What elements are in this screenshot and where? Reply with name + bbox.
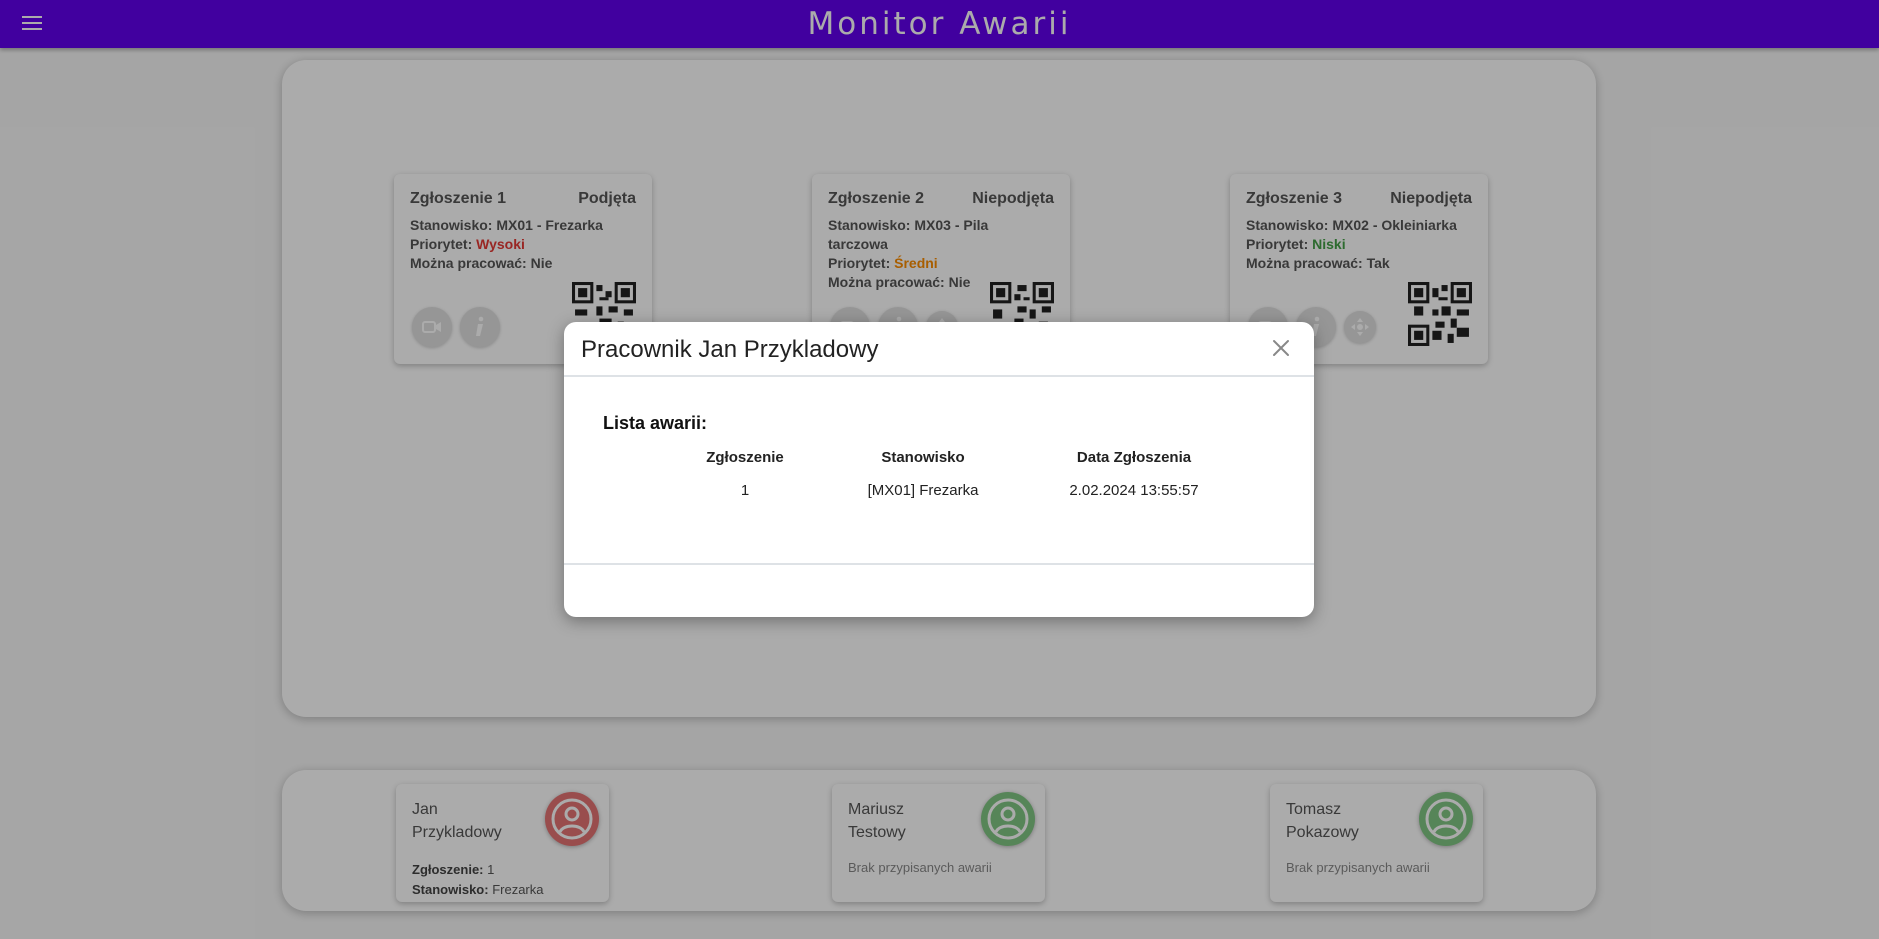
table-header-row: Zgłoszenie Stanowisko Data Zgłoszenia (670, 442, 1242, 472)
table-cell: [MX01] Frezarka (867, 481, 979, 499)
column-header: Stanowisko (881, 448, 965, 466)
fault-table: Zgłoszenie Stanowisko Data Zgłoszenia 1 … (670, 442, 1242, 508)
table-cell: 1 (740, 481, 750, 499)
modal-body: Lista awarii: Zgłoszenie Stanowisko Data… (564, 377, 1314, 563)
worker-modal: Pracownik Jan Przykladowy Lista awarii: … (564, 322, 1314, 617)
column-header: Data Zgłoszenia (1076, 448, 1192, 466)
column-header: Zgłoszenie (706, 448, 784, 466)
modal-footer (564, 563, 1314, 617)
table-cell: 2.02.2024 13:55:57 (1069, 481, 1199, 499)
close-icon[interactable] (1270, 337, 1292, 359)
modal-header: Pracownik Jan Przykladowy (564, 322, 1314, 377)
table-row: 1 [MX01] Frezarka 2.02.2024 13:55:57 (670, 472, 1242, 508)
fault-list-label: Lista awarii: (603, 413, 708, 433)
modal-title: Pracownik Jan Przykladowy (581, 336, 879, 363)
